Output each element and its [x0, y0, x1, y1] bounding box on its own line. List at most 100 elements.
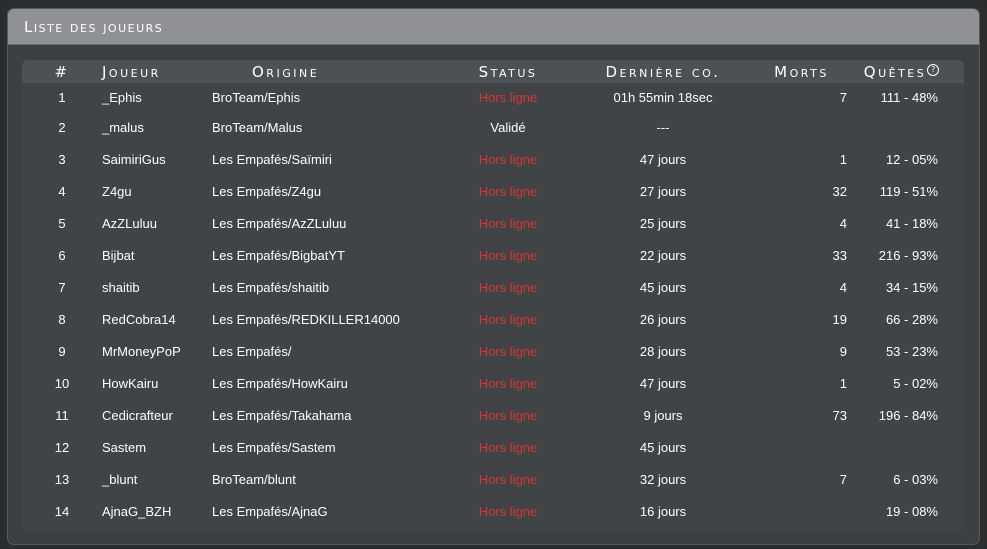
cell-player: shaitib — [102, 279, 140, 295]
cell-status: Hors ligne — [478, 311, 538, 327]
cell-last-connection: 47 jours — [639, 151, 687, 167]
col-header-player[interactable]: Joueur — [102, 60, 212, 83]
col-header-num[interactable]: # — [22, 60, 102, 83]
cell-last-connection: 22 jours — [639, 247, 687, 263]
cell-origin: Les Empafés/Sastem — [212, 439, 336, 455]
cell-num: 13 — [54, 471, 70, 487]
cell-status: Hors ligne — [478, 375, 538, 391]
cell-num: 4 — [58, 183, 66, 199]
cell-quests: 12 - 05% — [885, 151, 938, 167]
cell-origin: BroTeam/Ephis — [212, 89, 301, 105]
cell-status: Hors ligne — [478, 247, 538, 263]
cell-num: 8 — [58, 311, 66, 327]
table-row: 3 SaimiriGus Les Empafés/Saïmiri Hors ligne… — [22, 143, 964, 175]
players-table-wrap: # Joueur Origine Status Dernière co. Mor… — [22, 60, 964, 531]
cell-origin: Les Empafés/REDKILLER14000 — [212, 311, 400, 327]
cell-status: Hors ligne — [478, 471, 538, 487]
cell-player: AzZLuluu — [102, 215, 157, 231]
cell-deaths — [750, 431, 853, 463]
cell-num: 5 — [58, 215, 66, 231]
cell-player: _Ephis — [102, 89, 142, 105]
cell-deaths: 1 — [839, 375, 847, 391]
col-header-quests-label: Quêtes — [863, 62, 927, 81]
cell-origin: Les Empafés/Saïmiri — [212, 151, 332, 167]
cell-player: AjnaG_BZH — [102, 503, 172, 519]
cell-num: 9 — [58, 343, 66, 359]
cell-player: _blunt — [102, 471, 138, 487]
cell-num: 12 — [54, 439, 70, 455]
col-header-origin[interactable]: Origine — [212, 60, 440, 83]
cell-player: RedCobra14 — [102, 311, 176, 327]
cell-last-connection: 9 jours — [643, 407, 683, 423]
cell-origin: Les Empafés/Z4gu — [212, 183, 322, 199]
cell-deaths: 4 — [839, 279, 847, 295]
question-circle-icon[interactable]: ? — [927, 63, 940, 76]
cell-quests: 216 - 93% — [878, 247, 938, 263]
cell-last-connection: --- — [656, 119, 670, 135]
cell-origin: Les Empafés/AzZLuluu — [212, 215, 347, 231]
cell-status: Hors ligne — [478, 183, 538, 199]
cell-quests: 196 - 84% — [878, 407, 938, 423]
col-header-quests[interactable]: Quêtes? — [853, 60, 964, 83]
cell-deaths: 19 — [832, 311, 847, 327]
table-row: 11 Cedicrafteur Les Empafés/Takahama Hors l… — [22, 399, 964, 431]
cell-deaths: 4 — [839, 215, 847, 231]
cell-num: 11 — [55, 407, 69, 423]
cell-status: Hors ligne — [478, 407, 538, 423]
cell-origin: Les Empafés/AjnaG — [212, 503, 328, 519]
cell-deaths: 73 — [832, 407, 847, 423]
cell-quests: 111 - 48% — [880, 89, 938, 105]
table-row: 8 RedCobra14 Les Empafés/REDKILLER14000 Hor… — [22, 303, 964, 335]
cell-player: HowKairu — [102, 375, 159, 391]
cell-status: Hors ligne — [478, 343, 538, 359]
cell-player: SaimiriGus — [102, 151, 166, 167]
cell-quests: 6 - 03% — [893, 471, 938, 487]
col-header-deaths[interactable]: Morts — [750, 60, 853, 83]
players-panel: Liste des joueurs # Joueur Origine Statu… — [7, 8, 980, 545]
table-row: 13 _blunt BroTeam/blunt Hors ligne 32 jours 7… — [22, 463, 964, 495]
cell-last-connection: 47 jours — [639, 375, 687, 391]
table-row: 2 _malus BroTeam/Malus Validé --- — [22, 111, 964, 143]
cell-deaths: 32 — [832, 183, 847, 199]
cell-deaths — [750, 495, 853, 527]
cell-deaths: 7 — [839, 471, 847, 487]
cell-quests — [853, 111, 964, 143]
table-row: 9 MrMoneyPoP Les Empafés/Hors ligne 28 jour… — [22, 335, 964, 367]
table-row: 7 shaitib Les Empafés/shaitib Hors ligne 45 … — [22, 271, 964, 303]
cell-last-connection: 32 jours — [639, 471, 687, 487]
cell-last-connection: 45 jours — [639, 439, 687, 455]
cell-quests: 19 - 08% — [885, 503, 938, 519]
page-frame: Liste des joueurs # Joueur Origine Statu… — [0, 0, 987, 549]
cell-num: 3 — [58, 151, 66, 167]
panel-title: Liste des joueurs — [24, 17, 164, 36]
table-row: 4 Z4gu Les Empafés/Z4gu Hors ligne 27 jours 3… — [22, 175, 964, 207]
cell-origin: Les Empafés/Takahama — [212, 407, 352, 423]
col-header-last[interactable]: Dernière co. — [576, 60, 750, 83]
cell-deaths: 33 — [832, 247, 847, 263]
cell-status: Hors ligne — [478, 89, 538, 105]
cell-num: 7 — [58, 279, 66, 295]
cell-num: 14 — [54, 503, 70, 519]
cell-deaths — [750, 111, 853, 143]
cell-player: Sastem — [102, 439, 147, 455]
cell-quests: 34 - 15% — [885, 279, 938, 295]
cell-num: 1 — [58, 89, 66, 105]
cell-player: _malus — [102, 119, 144, 135]
cell-status: Validé — [490, 119, 526, 135]
cell-last-connection: 01h 55min 18sec — [613, 89, 713, 105]
table-row: 5 AzZLuluu Les Empafés/AzZLuluu Hors ligne 2… — [22, 207, 964, 239]
table-row: 14 AjnaG_BZH Les Empafés/AjnaG Hors ligne 16… — [22, 495, 964, 527]
table-row: 10 HowKairu Les Empafés/HowKairu Hors ligne… — [22, 367, 964, 399]
cell-origin: Les Empafés/shaitib — [212, 279, 330, 295]
cell-quests: 66 - 28% — [885, 311, 938, 327]
table-row: 6 Bijbat Les Empafés/BigbatYT Hors ligne 22 … — [22, 239, 964, 271]
cell-last-connection: 16 jours — [639, 503, 687, 519]
players-table: # Joueur Origine Status Dernière co. Mor… — [22, 60, 964, 527]
cell-deaths: 7 — [839, 89, 847, 105]
cell-quests: 41 - 18% — [885, 215, 938, 231]
cell-quests: 119 - 51% — [879, 183, 938, 199]
cell-last-connection: 27 jours — [639, 183, 687, 199]
table-row: 1 _Ephis BroTeam/Ephis Hors ligne 01h 55min … — [22, 83, 964, 111]
col-header-status[interactable]: Status — [440, 60, 576, 83]
cell-status: Hors ligne — [478, 215, 538, 231]
